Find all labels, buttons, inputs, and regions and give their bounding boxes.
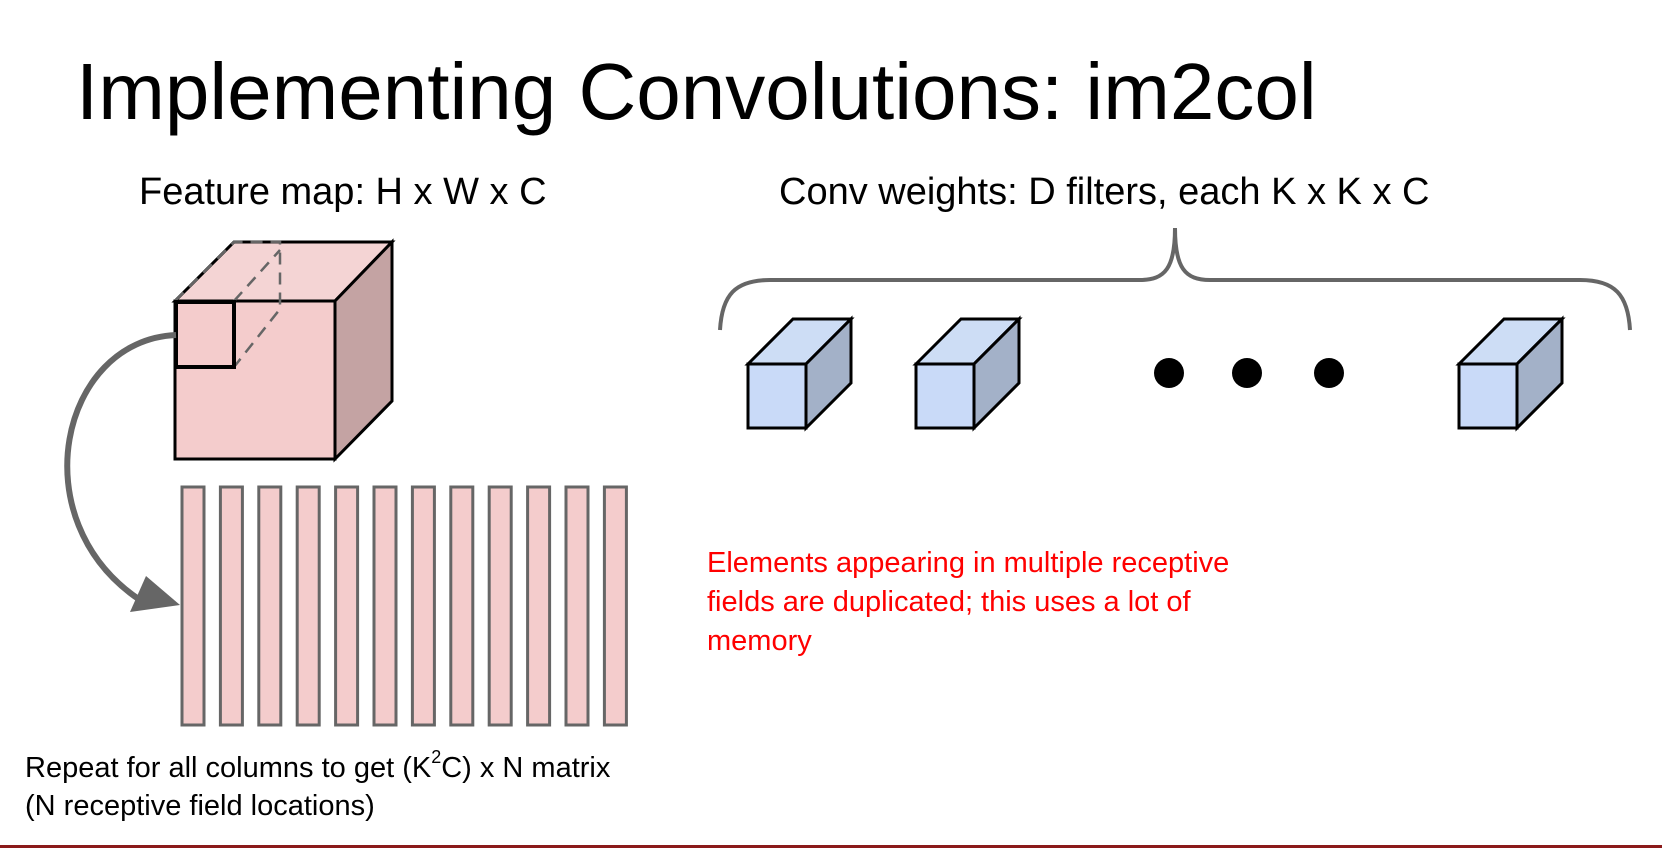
filter-front-face xyxy=(746,362,808,430)
ellipsis-dot xyxy=(1314,358,1344,388)
im2col-column xyxy=(526,485,552,727)
feature-map-front-face xyxy=(173,299,337,461)
filter-cube-icon xyxy=(744,315,855,432)
feature-map-cube-icon xyxy=(171,238,396,463)
im2col-column xyxy=(295,485,321,727)
caption-line-1: Repeat for all columns to get (K2C) x N … xyxy=(25,747,611,787)
im2col-column xyxy=(218,485,244,727)
caption-prefix: Repeat for all columns to get (K xyxy=(25,752,432,784)
ellipsis-dot xyxy=(1154,358,1184,388)
ellipsis-dot xyxy=(1232,358,1262,388)
filter-front-face xyxy=(914,362,976,430)
im2col-column xyxy=(410,485,436,727)
im2col-column xyxy=(602,485,628,727)
im2col-column xyxy=(564,485,590,727)
ellipsis-three-dots xyxy=(1154,358,1344,388)
im2col-column xyxy=(257,485,283,727)
im2col-column xyxy=(449,485,475,727)
im2col-columns xyxy=(180,485,628,727)
im2col-column xyxy=(487,485,513,727)
im2col-column xyxy=(334,485,360,727)
caption-suffix: C) x N matrix xyxy=(441,752,611,784)
im2col-diagram xyxy=(64,227,1632,727)
curly-brace-icon xyxy=(718,227,1632,331)
curved-arrow-icon xyxy=(64,332,180,612)
caption-superscript: 2 xyxy=(431,747,442,768)
im2col-column xyxy=(180,485,206,727)
filter-cube-icon xyxy=(1455,315,1566,432)
caption-line-2: (N receptive field locations) xyxy=(25,790,375,822)
filter-cube-icon xyxy=(912,315,1023,432)
filter-front-face xyxy=(1457,362,1519,430)
im2col-column xyxy=(372,485,398,727)
matrix-caption: Repeat for all columns to get (K2C) x N … xyxy=(25,747,611,825)
memory-note: Elements appearing in multiple receptive… xyxy=(707,547,1230,657)
